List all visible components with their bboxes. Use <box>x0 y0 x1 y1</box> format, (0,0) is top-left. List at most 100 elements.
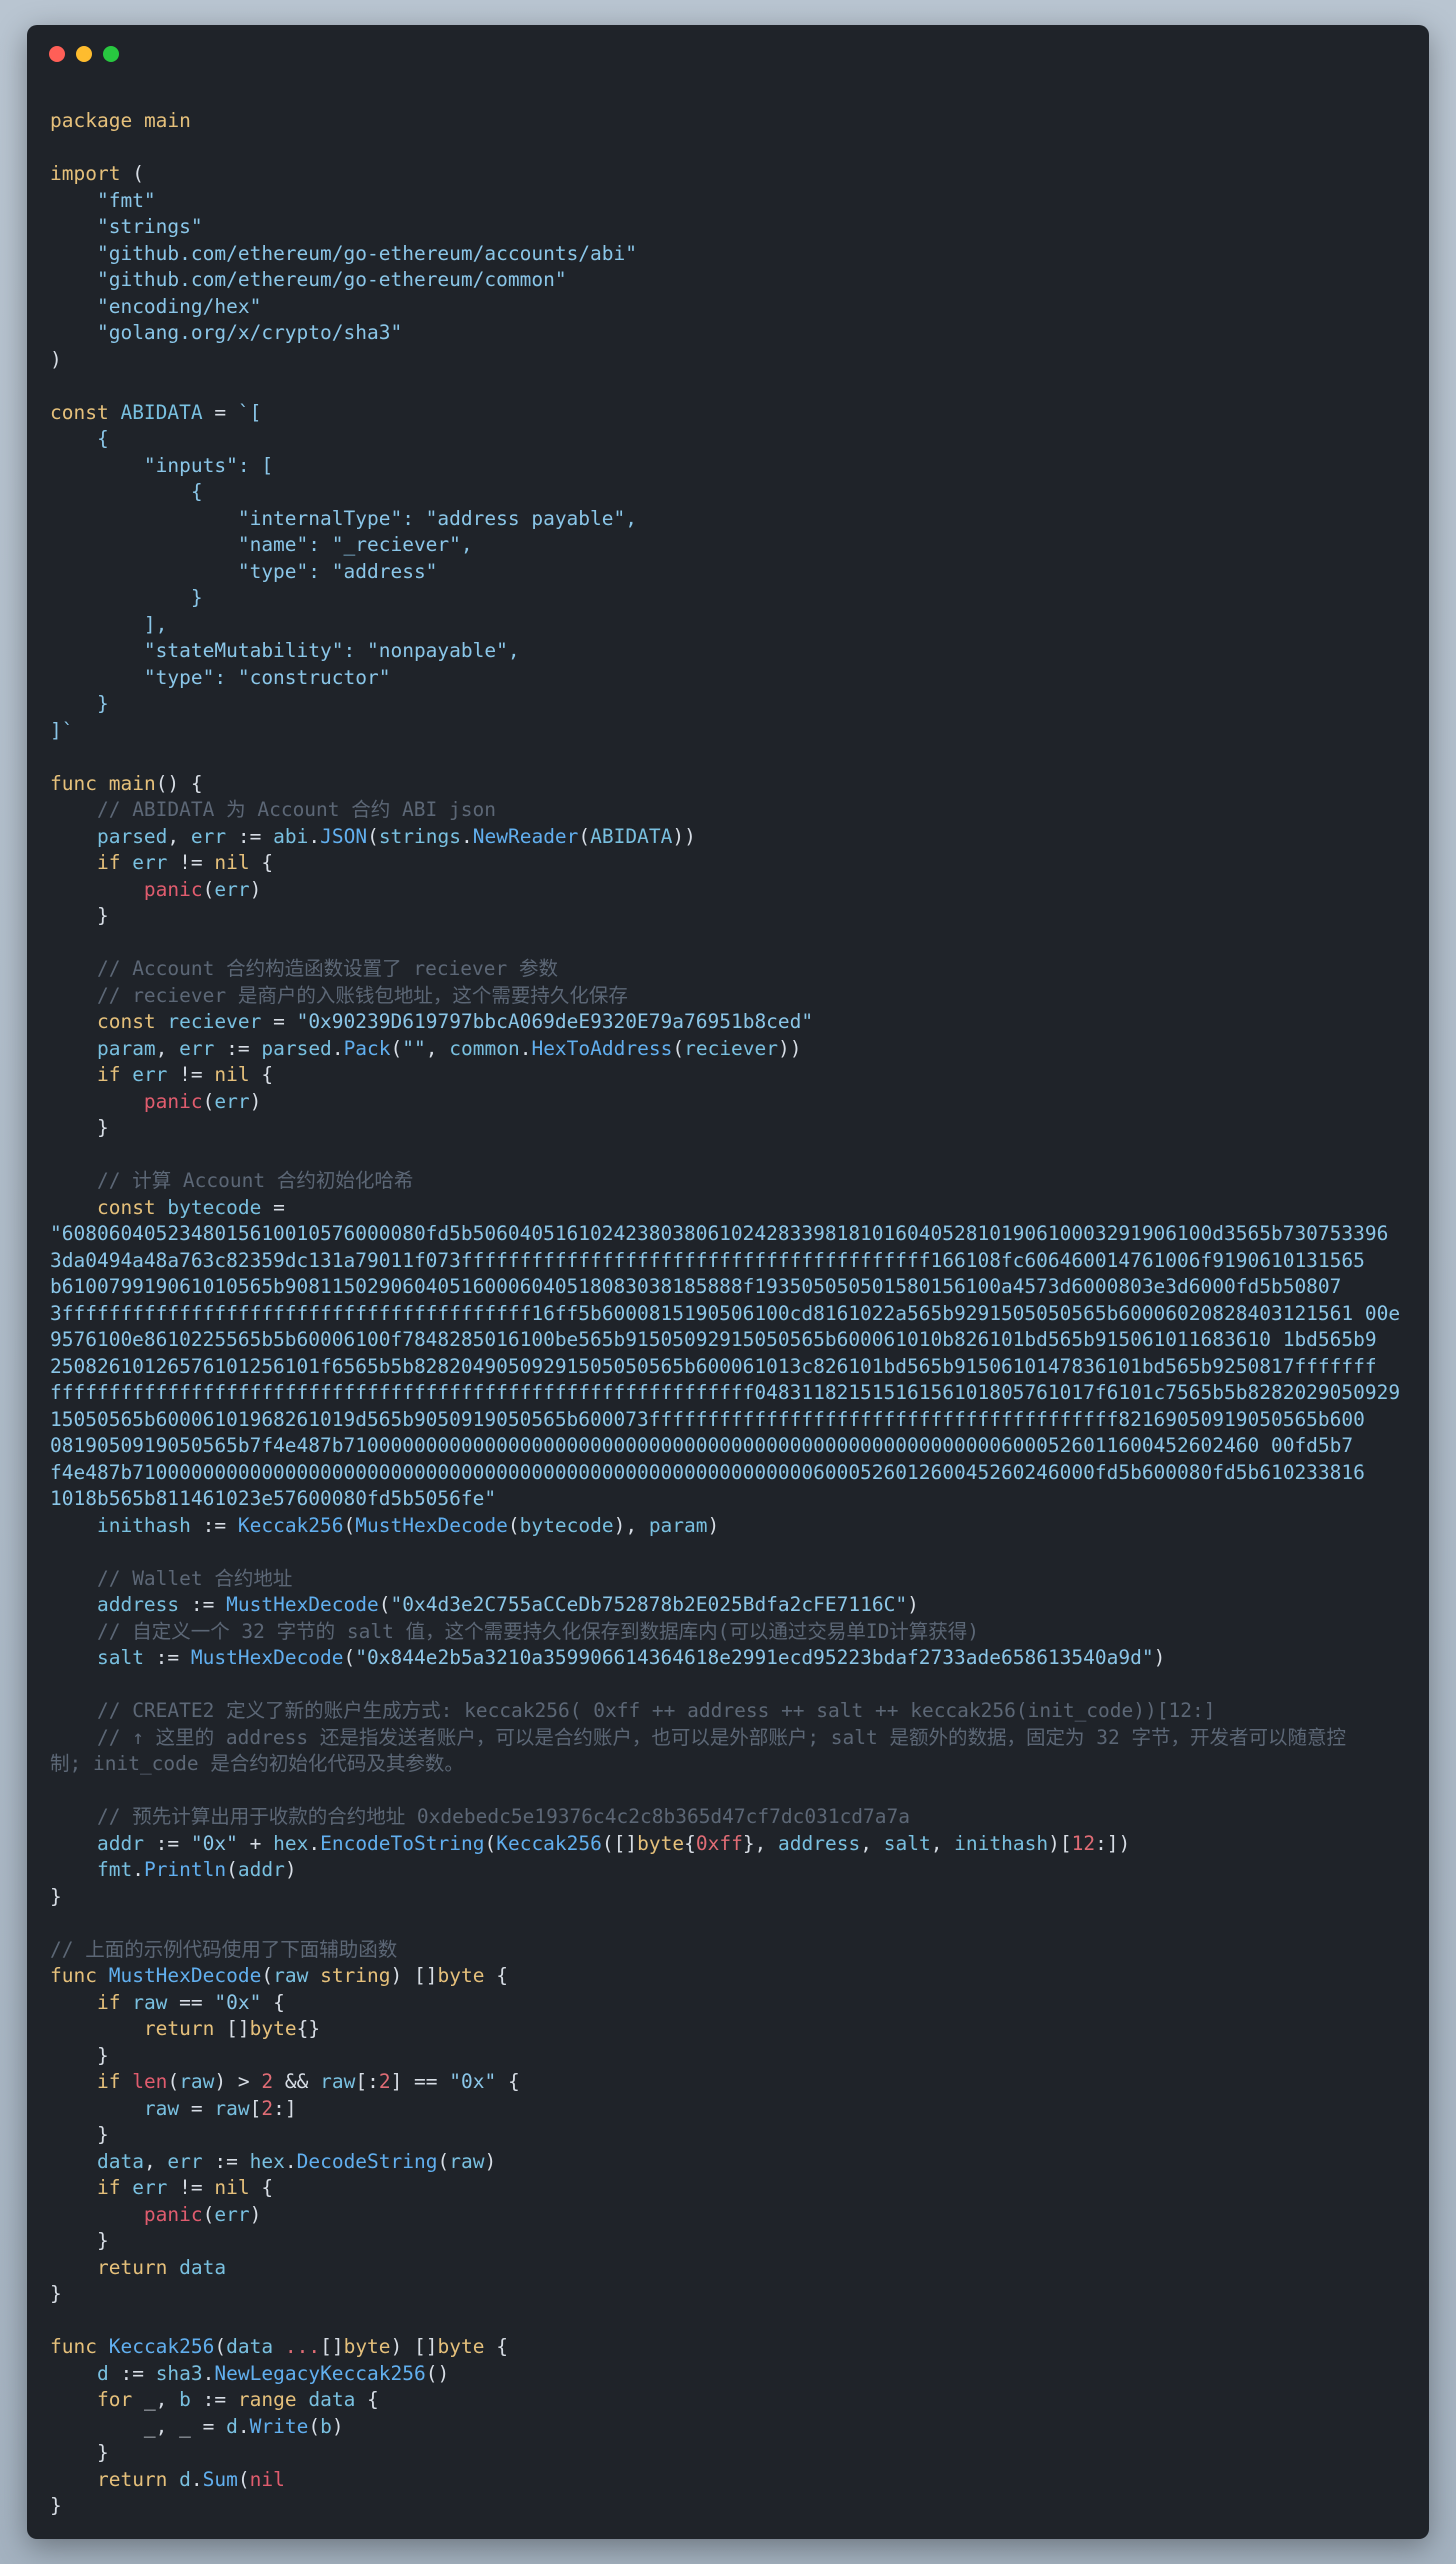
code-token: 0xff <box>695 1831 743 1855</box>
code-token: { <box>50 480 203 503</box>
code-line: "6080604052348015610010576000080fd5b5060… <box>50 1221 1410 1248</box>
code-token: 2 <box>261 2096 274 2120</box>
code-token: && <box>273 2070 321 2093</box>
code-token: ) <box>249 877 262 901</box>
code-token: err <box>214 1089 250 1113</box>
code-token: "stateMutability": "nonpayable", <box>50 639 520 662</box>
code-line: // 上面的示例代码使用了下面辅助函数 <box>50 1937 1410 1964</box>
code-token: . <box>190 2467 203 2491</box>
code-line: // 预先计算出用于收款的合约地址 0xdebedc5e19376c4c2c8b… <box>50 1804 1410 1831</box>
code-line: } <box>50 903 1410 930</box>
code-token: ) <box>50 347 62 371</box>
code-line: } <box>50 1884 1410 1911</box>
code-token: != <box>167 851 215 874</box>
code-token: { <box>261 1990 285 2014</box>
code-line: ], <box>50 612 1410 639</box>
code-line: func MustHexDecode(raw string) []byte { <box>50 1963 1410 1990</box>
code-token: b610079919061010565b90811502906040516000… <box>50 1275 1342 1298</box>
code-token: . <box>461 824 473 848</box>
code-token: _, _ = <box>50 2414 227 2438</box>
code-token: { <box>484 2335 508 2358</box>
code-token: "inputs": [ <box>50 453 274 477</box>
code-token: panic <box>143 877 203 901</box>
code-token: const <box>50 400 109 424</box>
code-token: main <box>108 771 156 795</box>
code-line: "internalType": "address payable", <box>50 506 1410 533</box>
code-token: )[ <box>1048 1831 1072 1855</box>
code-token: byte <box>637 1831 685 1855</box>
code-token: ( <box>308 2414 321 2438</box>
code-token: ([] <box>601 1831 638 1855</box>
zoom-icon[interactable] <box>103 46 119 62</box>
code-token: MustHexDecode <box>190 1646 344 1669</box>
code-token: 9576100e8610225565b5b60006100f7848285016… <box>50 1328 1377 1351</box>
code-token: raw <box>143 2096 180 2120</box>
code-line: if err != nil { <box>50 850 1410 877</box>
code-token: MustHexDecode <box>355 1513 508 1537</box>
code-token: := <box>179 1593 227 1616</box>
code-token: ( <box>214 2335 227 2358</box>
code-line: func main() { <box>50 771 1410 798</box>
code-token: if <box>96 1990 121 2014</box>
code-token: ABIDATA <box>120 400 203 424</box>
code-token: . <box>331 1036 344 1060</box>
code-token: hex <box>273 1831 309 1855</box>
code-line: raw = raw[2:] <box>50 2096 1410 2123</box>
code-line: 25082610126576101256101f6565b5b828204905… <box>50 1354 1410 1381</box>
code-token: ( <box>202 2202 215 2226</box>
code-line: f4e487b710000000000000000000000000000000… <box>50 1460 1410 1487</box>
code-token: nil <box>249 2467 285 2491</box>
code-token: } <box>50 2123 109 2146</box>
code-line: } <box>50 2122 1410 2149</box>
code-token: 12 <box>1071 1831 1096 1855</box>
code-line: if len(raw) > 2 && raw[:2] == "0x" { <box>50 2069 1410 2096</box>
code-token: Keccak256 <box>496 1831 602 1855</box>
code-token: "0x844e2b5a3210a359906614364618e2991ecd9… <box>355 1646 1154 1669</box>
code-line: "encoding/hex" <box>50 294 1410 321</box>
code-token: err <box>132 851 168 874</box>
code-token: ) <box>284 1858 297 1881</box>
code-line: "github.com/ethereum/go-ethereum/account… <box>50 241 1410 268</box>
code-line: panic(err) <box>50 2202 1410 2229</box>
code-token: if <box>96 2176 121 2199</box>
code-token: DecodeString <box>296 2149 438 2173</box>
code-token: } <box>50 2494 62 2517</box>
code-token: { <box>249 851 274 874</box>
code-line: "stateMutability": "nonpayable", <box>50 638 1410 665</box>
code-token: . <box>308 1831 321 1855</box>
code-token: return <box>143 2017 215 2040</box>
code-token: for <box>96 2388 133 2411</box>
code-token: := <box>143 1831 191 1855</box>
code-token: // Account 合约构造函数设置了 reciever 参数 <box>96 957 559 980</box>
code-token: ) > <box>214 2070 262 2093</box>
code-line: b610079919061010565b90811502906040516000… <box>50 1274 1410 1301</box>
code-token: Println <box>143 1858 227 1881</box>
code-token: MustHexDecode <box>226 1593 379 1616</box>
code-token: // 上面的示例代码使用了下面辅助函数 <box>50 1937 398 1961</box>
code-token: ] == <box>390 2070 450 2093</box>
code-token: salt <box>883 1831 931 1855</box>
code-line: import ( <box>50 161 1410 188</box>
minimize-icon[interactable] <box>76 46 92 62</box>
close-icon[interactable] <box>49 46 65 62</box>
code-token: } <box>50 2441 109 2464</box>
code-line: const ABIDATA = `[ <box>50 400 1410 427</box>
code-token: common <box>449 1036 520 1060</box>
